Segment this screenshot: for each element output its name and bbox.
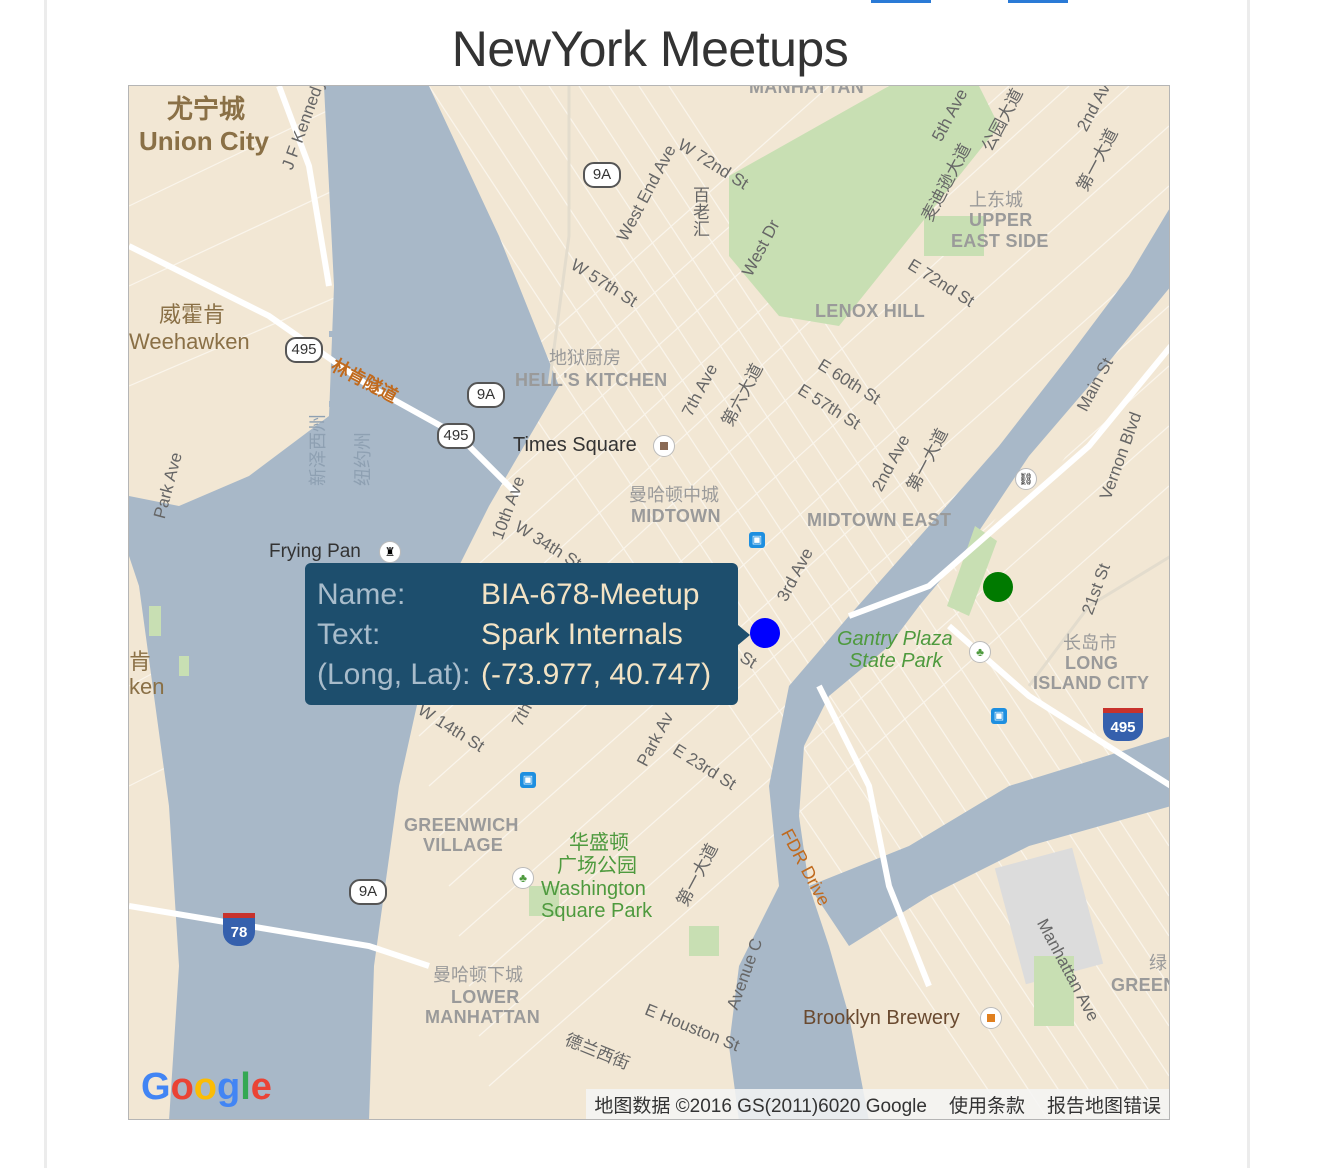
label-weehawken-cn: 威霍肯 — [159, 302, 226, 327]
label-hoboken: ken — [129, 674, 165, 699]
tram-icon[interactable]: ⛓ — [1015, 468, 1037, 490]
label-union-city: Union City — [139, 126, 269, 156]
label-gantry-1: Gantry Plaza — [837, 628, 953, 650]
transit-icon[interactable]: ▣ — [749, 532, 765, 548]
nav-link-underline[interactable] — [871, 0, 931, 3]
route-9a-shield: 9A — [583, 162, 621, 188]
label-wsp-cn-2: 广场公园 — [557, 855, 637, 877]
map-attribution: 地图数据 ©2016 GS(2011)6020 Google 使用条款 报告地图… — [586, 1089, 1169, 1119]
logo-letter: l — [240, 1066, 251, 1108]
label-greenwich-1: GREENWICH — [404, 815, 519, 835]
report-error-link[interactable]: 报告地图错误 — [1047, 1091, 1161, 1118]
transit-icon[interactable]: ▣ — [991, 708, 1007, 724]
label-wsp-1: Washington — [541, 878, 646, 900]
terms-link[interactable]: 使用条款 — [949, 1091, 1025, 1118]
label-hoboken-cn: 肯 — [129, 649, 152, 674]
label-ny: 纽约州 — [353, 432, 373, 486]
park-tree-icon[interactable]: ♣ — [512, 867, 534, 889]
label-lower-2: MANHATTAN — [425, 1007, 541, 1027]
label-lic-cn: 长岛市 — [1063, 633, 1117, 653]
logo-letter: G — [141, 1066, 171, 1108]
route-9a-shield: 9A — [349, 879, 387, 905]
tooltip-value: Spark Internals — [481, 618, 683, 651]
label-lenox-hill: LENOX HILL — [815, 301, 925, 321]
logo-letter: o — [193, 1066, 217, 1108]
meetup-marker-blue[interactable] — [750, 618, 780, 648]
logo-letter: o — [170, 1066, 194, 1108]
times-square-icon[interactable] — [653, 435, 675, 457]
route-9a-shield: 9A — [467, 382, 505, 408]
logo-letter: g — [217, 1066, 241, 1108]
label-lic-1: LONG — [1065, 653, 1119, 673]
tooltip-row-text: Text: Spark Internals — [317, 615, 726, 655]
label-broadway-cn: 百老汇 — [690, 186, 709, 237]
label-lower-1: LOWER — [451, 987, 520, 1007]
label-midtown: MIDTOWN — [631, 506, 721, 526]
label-greenpoint: GREEN — [1111, 975, 1170, 995]
tooltip-key: (Long, Lat): — [317, 658, 471, 691]
tooltip-value: BIA-678-Meetup — [481, 578, 700, 611]
label-times-square[interactable]: Times Square — [513, 435, 637, 455]
label-greenpoint-cn: 绿 — [1149, 953, 1167, 973]
page-title: NewYork Meetups — [451, 21, 849, 77]
label-gantry-2: State Park — [849, 650, 943, 672]
tooltip-row-coords: (Long, Lat): (-73.977, 40.747) — [317, 655, 726, 695]
label-hells-kitchen: HELL'S KITCHEN — [515, 370, 668, 390]
label-midtown-cn: 曼哈顿中城 — [629, 485, 719, 505]
brewery-icon[interactable] — [980, 1007, 1002, 1029]
label-wsp-cn-1: 华盛顿 — [569, 832, 629, 854]
map-data-credit: 地图数据 ©2016 GS(2011)6020 Google — [594, 1095, 927, 1117]
label-weehawken: Weehawken — [129, 329, 250, 354]
route-495-shield: 495 — [285, 337, 323, 363]
tooltip-row-name: Name: BIA-678-Meetup — [317, 575, 726, 615]
nav-link-underline[interactable] — [1008, 0, 1068, 3]
google-logo[interactable]: Google — [141, 1066, 272, 1109]
tooltip-key: Text: — [317, 618, 381, 651]
meetup-marker-green[interactable] — [983, 572, 1013, 602]
interstate-495-shield: 495 — [1103, 708, 1143, 741]
transit-icon[interactable]: ▣ — [520, 772, 536, 788]
label-manhattan-top: MANHATTAN — [749, 85, 865, 97]
park-tree-icon[interactable]: ♣ — [969, 641, 991, 663]
tooltip-key: Name: — [317, 578, 406, 611]
interstate-78-shield: 78 — [223, 913, 255, 946]
label-greenwich-2: VILLAGE — [423, 835, 504, 855]
marker-tooltip: Name: BIA-678-Meetup Text: Spark Interna… — [305, 563, 750, 705]
map-container[interactable]: 尤宁城 Union City 威霍肯 Weehawken 肯 ken J F K… — [128, 85, 1170, 1120]
label-hells-kitchen-cn: 地狱厨房 — [549, 348, 621, 368]
label-union-city-cn: 尤宁城 — [167, 94, 246, 124]
label-wsp-2: Square Park — [541, 900, 653, 922]
label-lic-2: ISLAND CITY — [1033, 673, 1150, 693]
label-brooklyn-brewery[interactable]: Brooklyn Brewery — [803, 1008, 960, 1028]
frying-pan-icon[interactable]: ♜ — [379, 541, 401, 563]
label-lower-cn: 曼哈顿下城 — [433, 965, 523, 985]
route-495-shield: 495 — [437, 423, 475, 449]
label-midtown-east: MIDTOWN EAST — [807, 510, 952, 530]
label-nj: 新泽西州 — [308, 414, 328, 486]
logo-letter: e — [250, 1066, 272, 1108]
label-upper-east-2: EAST SIDE — [951, 231, 1049, 251]
label-frying-pan[interactable]: Frying Pan — [269, 542, 361, 561]
label-upper-east-1: UPPER — [969, 210, 1033, 230]
label-upper-east-cn: 上东城 — [969, 190, 1023, 210]
tooltip-value: (-73.977, 40.747) — [481, 658, 712, 691]
